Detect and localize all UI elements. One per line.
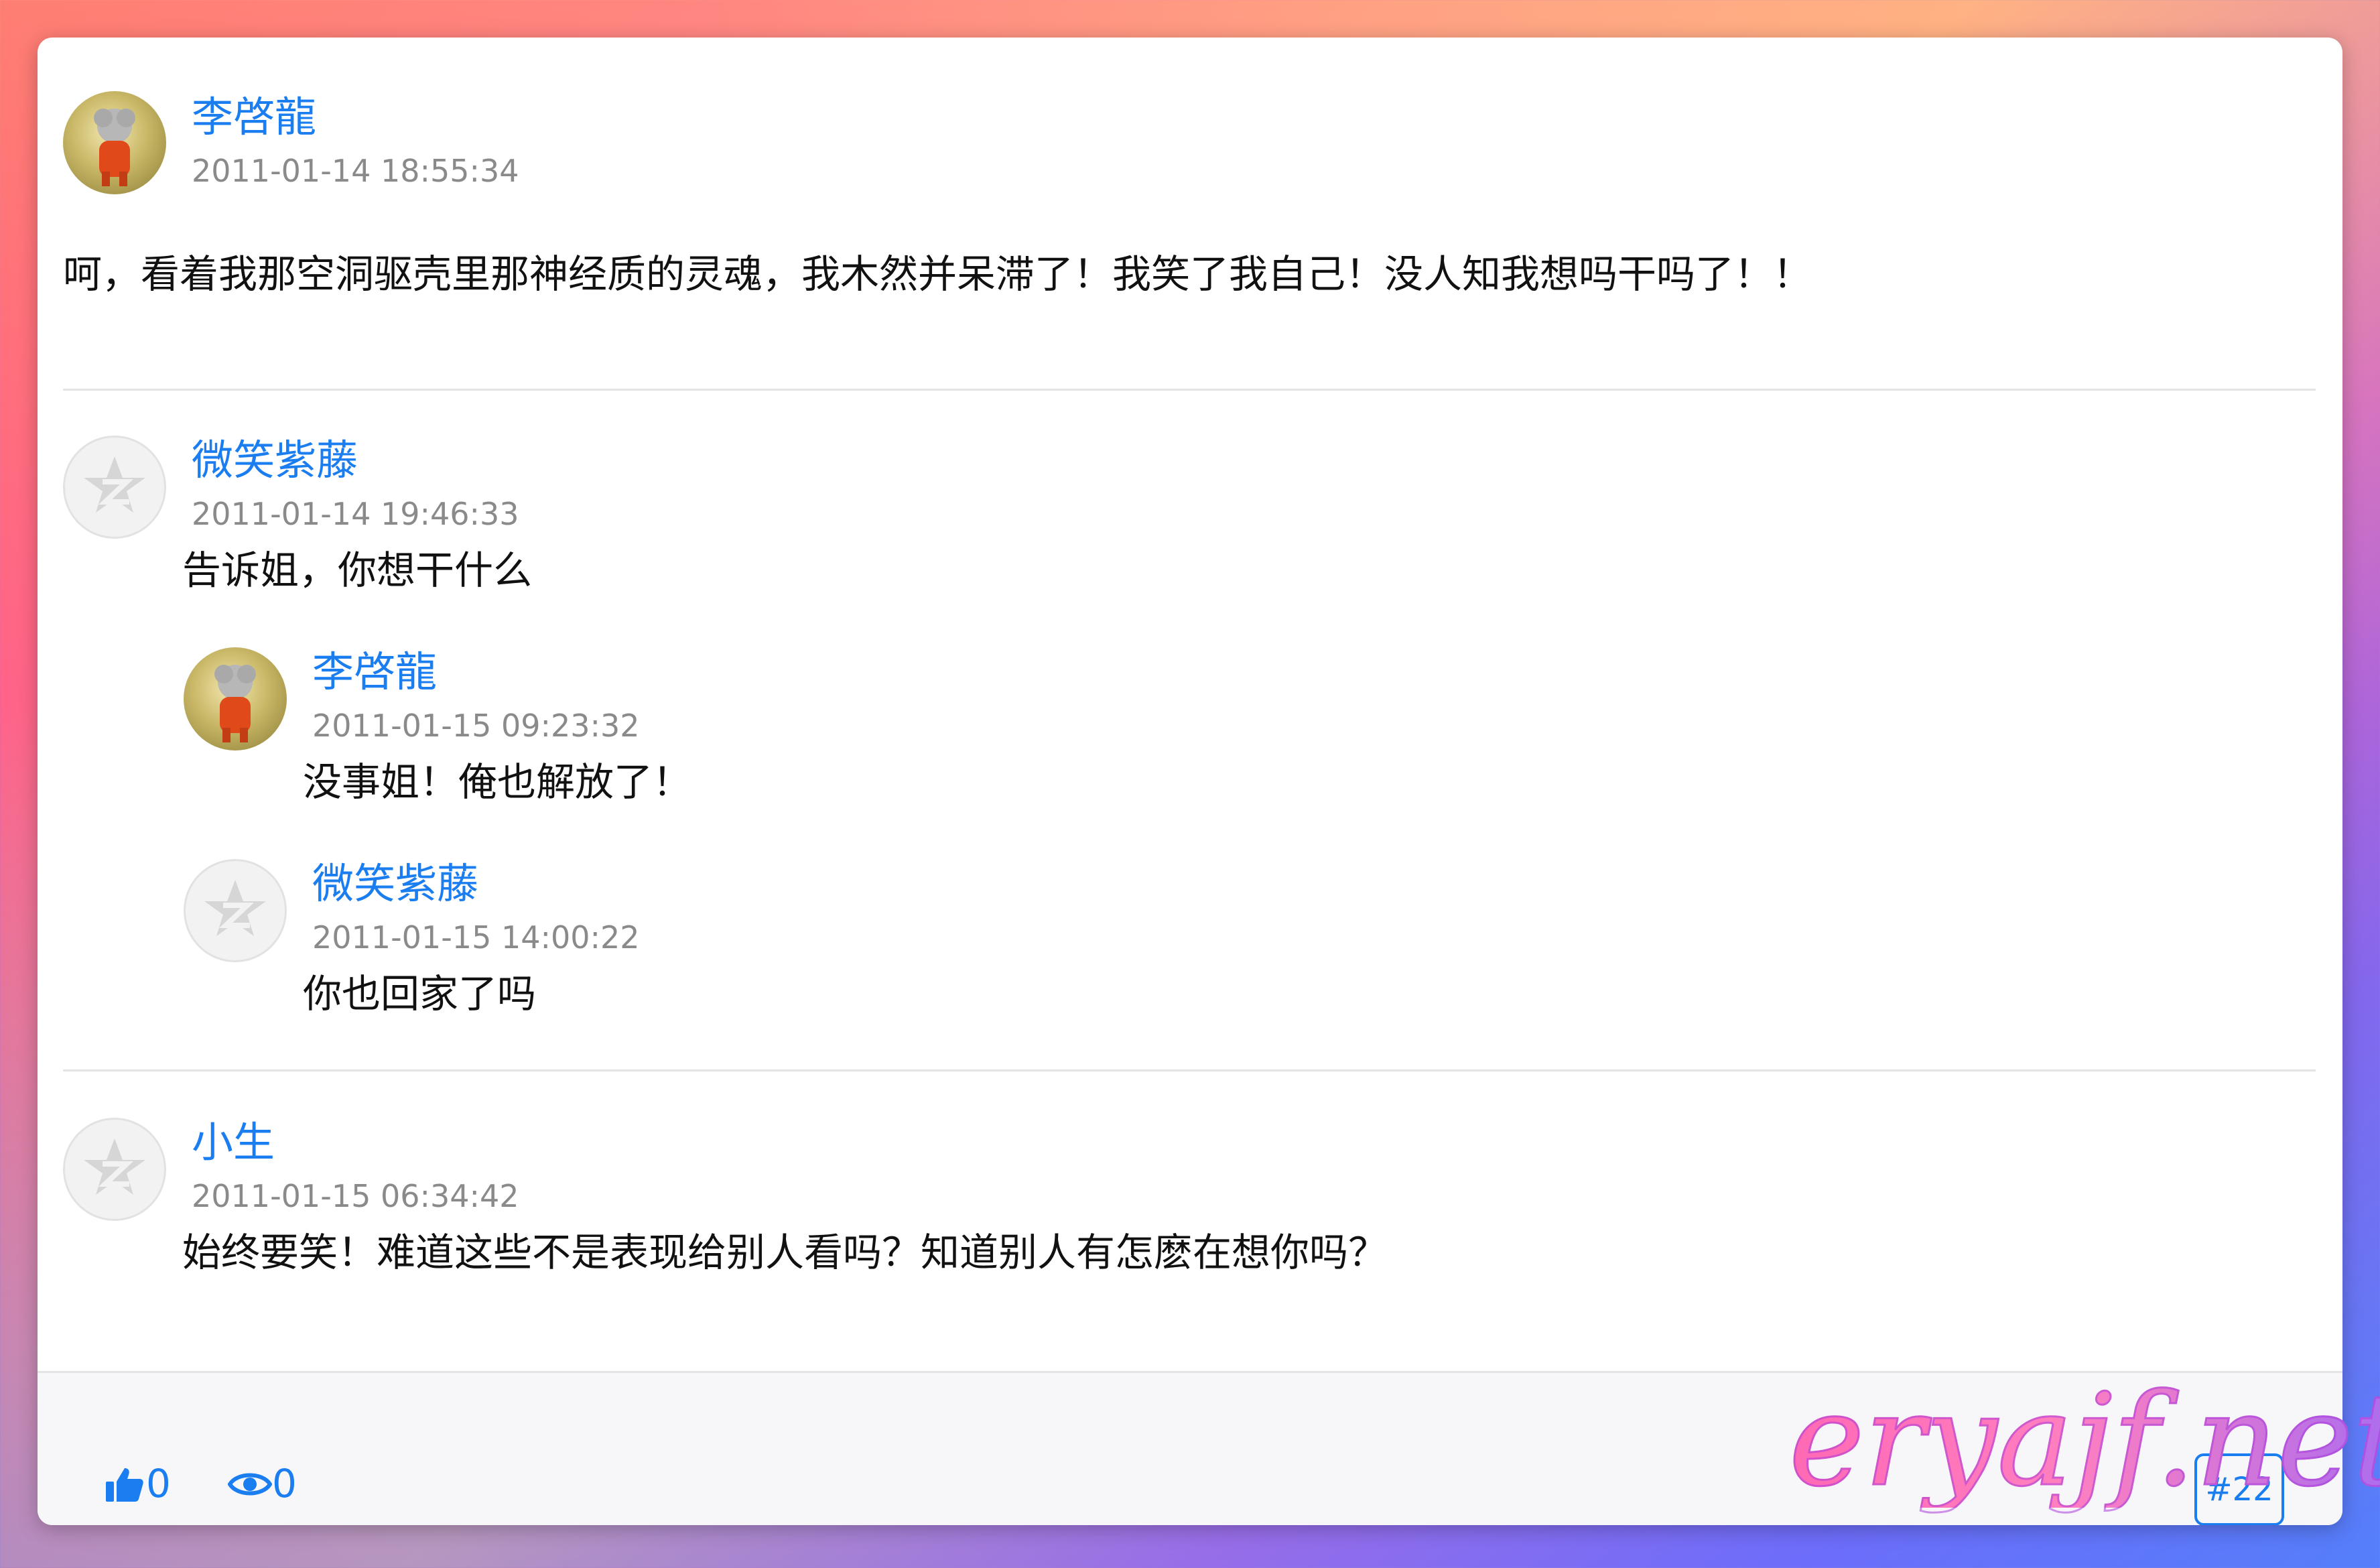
default-avatar-star-icon bbox=[204, 880, 266, 936]
post-time: 2011-01-14 18:55:34 bbox=[192, 153, 519, 189]
comment-content: 告诉姐，你想干什么 bbox=[182, 547, 533, 593]
avatar[interactable] bbox=[63, 436, 166, 539]
avatar[interactable] bbox=[184, 647, 287, 750]
like-count: 0 bbox=[146, 1461, 171, 1506]
post-author[interactable]: 李啓龍 bbox=[192, 94, 316, 141]
reply-time: 2011-01-15 14:00:22 bbox=[312, 919, 640, 956]
comment-author[interactable]: 小生 bbox=[192, 1119, 275, 1166]
reply-author[interactable]: 微笑紫藤 bbox=[312, 860, 478, 907]
post-card: 李啓龍 2011-01-14 18:55:34 呵，看着我那空洞驱壳里那神经质的… bbox=[38, 38, 2342, 1525]
avatar[interactable] bbox=[63, 1118, 166, 1221]
avatar[interactable] bbox=[63, 91, 166, 194]
comment-time: 2011-01-15 06:34:42 bbox=[192, 1178, 519, 1214]
like-button[interactable]: 0 bbox=[105, 1460, 185, 1507]
poodle-avatar-icon bbox=[214, 665, 256, 742]
reply-content: 你也回家了吗 bbox=[303, 971, 537, 1017]
view-count-button[interactable]: 0 bbox=[228, 1460, 315, 1507]
post-content: 呵，看着我那空洞驱壳里那神经质的灵魂，我木然并呆滞了！我笑了我自己！没人知我想吗… bbox=[63, 251, 1812, 297]
reply-content: 没事姐！俺也解放了！ bbox=[303, 759, 692, 805]
eye-icon bbox=[228, 1473, 272, 1496]
watermark: eryajf.net bbox=[1788, 1372, 2380, 1508]
thumbs-up-icon bbox=[106, 1468, 143, 1502]
poodle-avatar-icon bbox=[94, 109, 135, 186]
comment-author[interactable]: 微笑紫藤 bbox=[192, 437, 358, 484]
view-count: 0 bbox=[272, 1461, 297, 1506]
reply-time: 2011-01-15 09:23:32 bbox=[312, 708, 640, 744]
comment-content: 始终要笑！难道这些不是表现给别人看吗？知道别人有怎麽在想你吗？ bbox=[182, 1230, 1388, 1275]
divider bbox=[63, 389, 2316, 391]
divider bbox=[63, 1069, 2316, 1071]
default-avatar-star-icon bbox=[84, 1138, 145, 1195]
avatar[interactable] bbox=[184, 859, 287, 962]
reply-author[interactable]: 李啓龍 bbox=[312, 649, 437, 696]
default-avatar-star-icon bbox=[84, 456, 145, 513]
comment-time: 2011-01-14 19:46:33 bbox=[192, 496, 519, 532]
